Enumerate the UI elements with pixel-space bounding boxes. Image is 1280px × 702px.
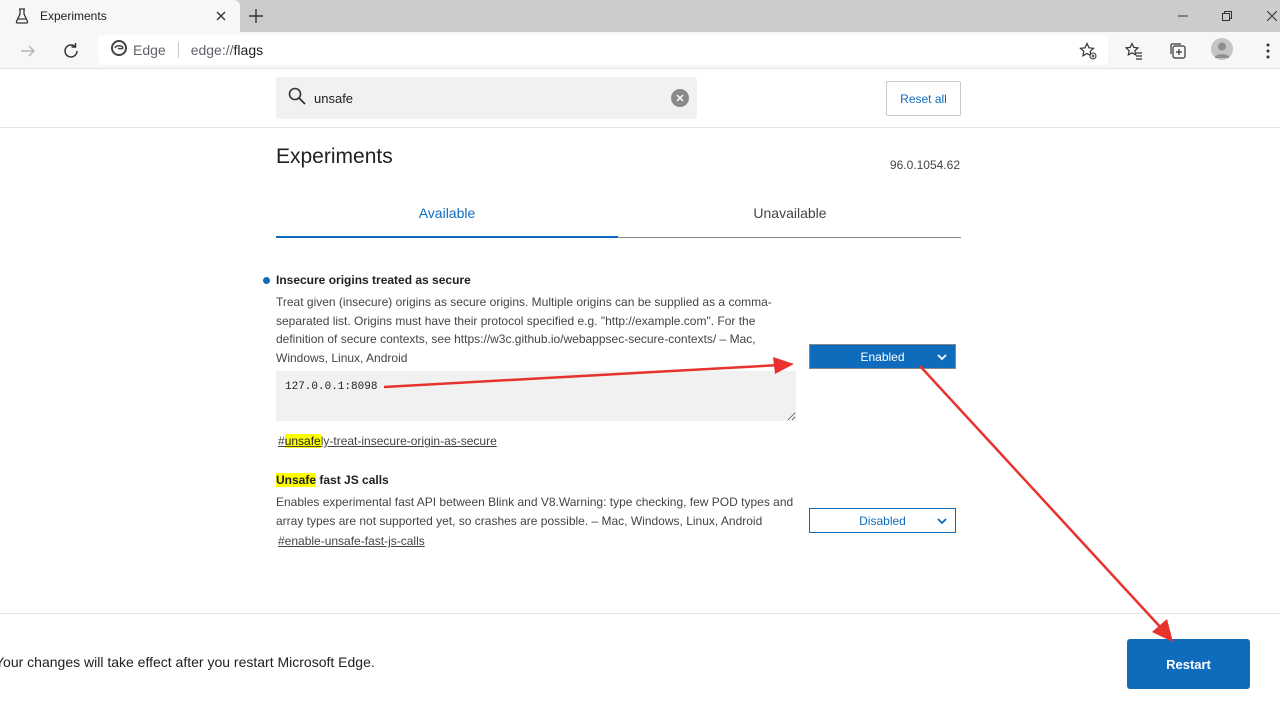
experiment-title: Unsafe fast JS calls [276,473,796,487]
select-value: Enabled [860,349,905,364]
search-box [276,77,697,119]
tab-title: Experiments [40,9,107,23]
add-favorite-icon[interactable] [1078,41,1098,61]
version-label: 96.0.1054.62 [889,158,960,172]
link-prefix: # [278,434,285,448]
clear-search-icon[interactable] [671,89,689,107]
edge-logo-icon [111,39,127,61]
experiments-tabs: Available Unavailable [276,195,961,238]
collections-icon[interactable] [1166,39,1190,63]
search-highlight: unsafe [284,434,321,448]
search-highlight: Unsafe [276,473,317,487]
restore-icon[interactable] [1217,6,1237,26]
title-rest: fast JS calls [316,473,389,487]
url-text: edge://flags [191,42,263,58]
annotation-arrow-to-restart [919,365,1164,631]
favorites-icon[interactable] [1122,39,1146,63]
restart-footer: Your changes will take effect after you … [0,613,1280,702]
search-icon [288,87,306,110]
browser-toolbar: Edge edge://flags [0,32,1280,69]
minimize-icon[interactable] [1173,6,1193,26]
close-tab-icon[interactable] [212,7,230,25]
search-input[interactable] [314,90,654,106]
experiment-insecure-origins: Insecure origins treated as secure Treat… [263,273,796,450]
reset-all-button[interactable]: Reset all [886,81,961,116]
brand-label: Edge [133,42,166,58]
flags-search-header: Reset all [0,70,1280,128]
experiment-link[interactable]: #enable-unsafe-fast-js-calls [278,534,425,548]
experiment-link[interactable]: #unsafely-treat-insecure-origin-as-secur… [278,434,497,448]
chevron-down-icon [936,351,948,363]
experiment-description: Treat given (insecure) origins as secure… [276,295,772,365]
experiment-state-select[interactable]: Disabled [809,508,956,533]
experiment-title: Insecure origins treated as secure [276,273,471,287]
close-window-icon[interactable] [1262,6,1280,26]
chevron-down-icon [936,515,948,527]
tab-strip: Experiments [0,0,1280,32]
tab-available[interactable]: Available [276,195,618,238]
restart-message: Your changes will take effect after you … [0,654,375,670]
refresh-icon[interactable] [59,39,83,63]
restart-button[interactable]: Restart [1127,639,1250,689]
select-value: Disabled [859,513,906,528]
omnibox-divider [177,42,179,58]
profile-avatar[interactable] [1211,38,1233,60]
address-bar[interactable]: Edge edge://flags [98,35,1108,65]
experiment-state-select[interactable]: Enabled [809,344,956,369]
url-scheme: edge:// [190,42,234,58]
url-path: flags [233,42,264,58]
browser-tab-experiments[interactable]: Experiments [0,0,240,32]
experiment-unsafe-fast-js: Unsafe fast JS calls Enables experimenta… [276,473,796,550]
flask-icon [14,8,30,24]
new-tab-icon[interactable] [246,6,266,26]
modified-indicator-dot [263,277,270,284]
link-rest: ly-treat-insecure-origin-as-secure [320,434,497,448]
page-title: Experiments [276,145,393,168]
more-menu-icon[interactable] [1256,39,1280,63]
forward-icon[interactable] [16,39,40,63]
tab-unavailable[interactable]: Unavailable [619,195,961,237]
origins-textarea[interactable]: 127.0.0.1:8098 [276,371,796,421]
experiment-description: Enables experimental fast API between Bl… [276,495,794,528]
